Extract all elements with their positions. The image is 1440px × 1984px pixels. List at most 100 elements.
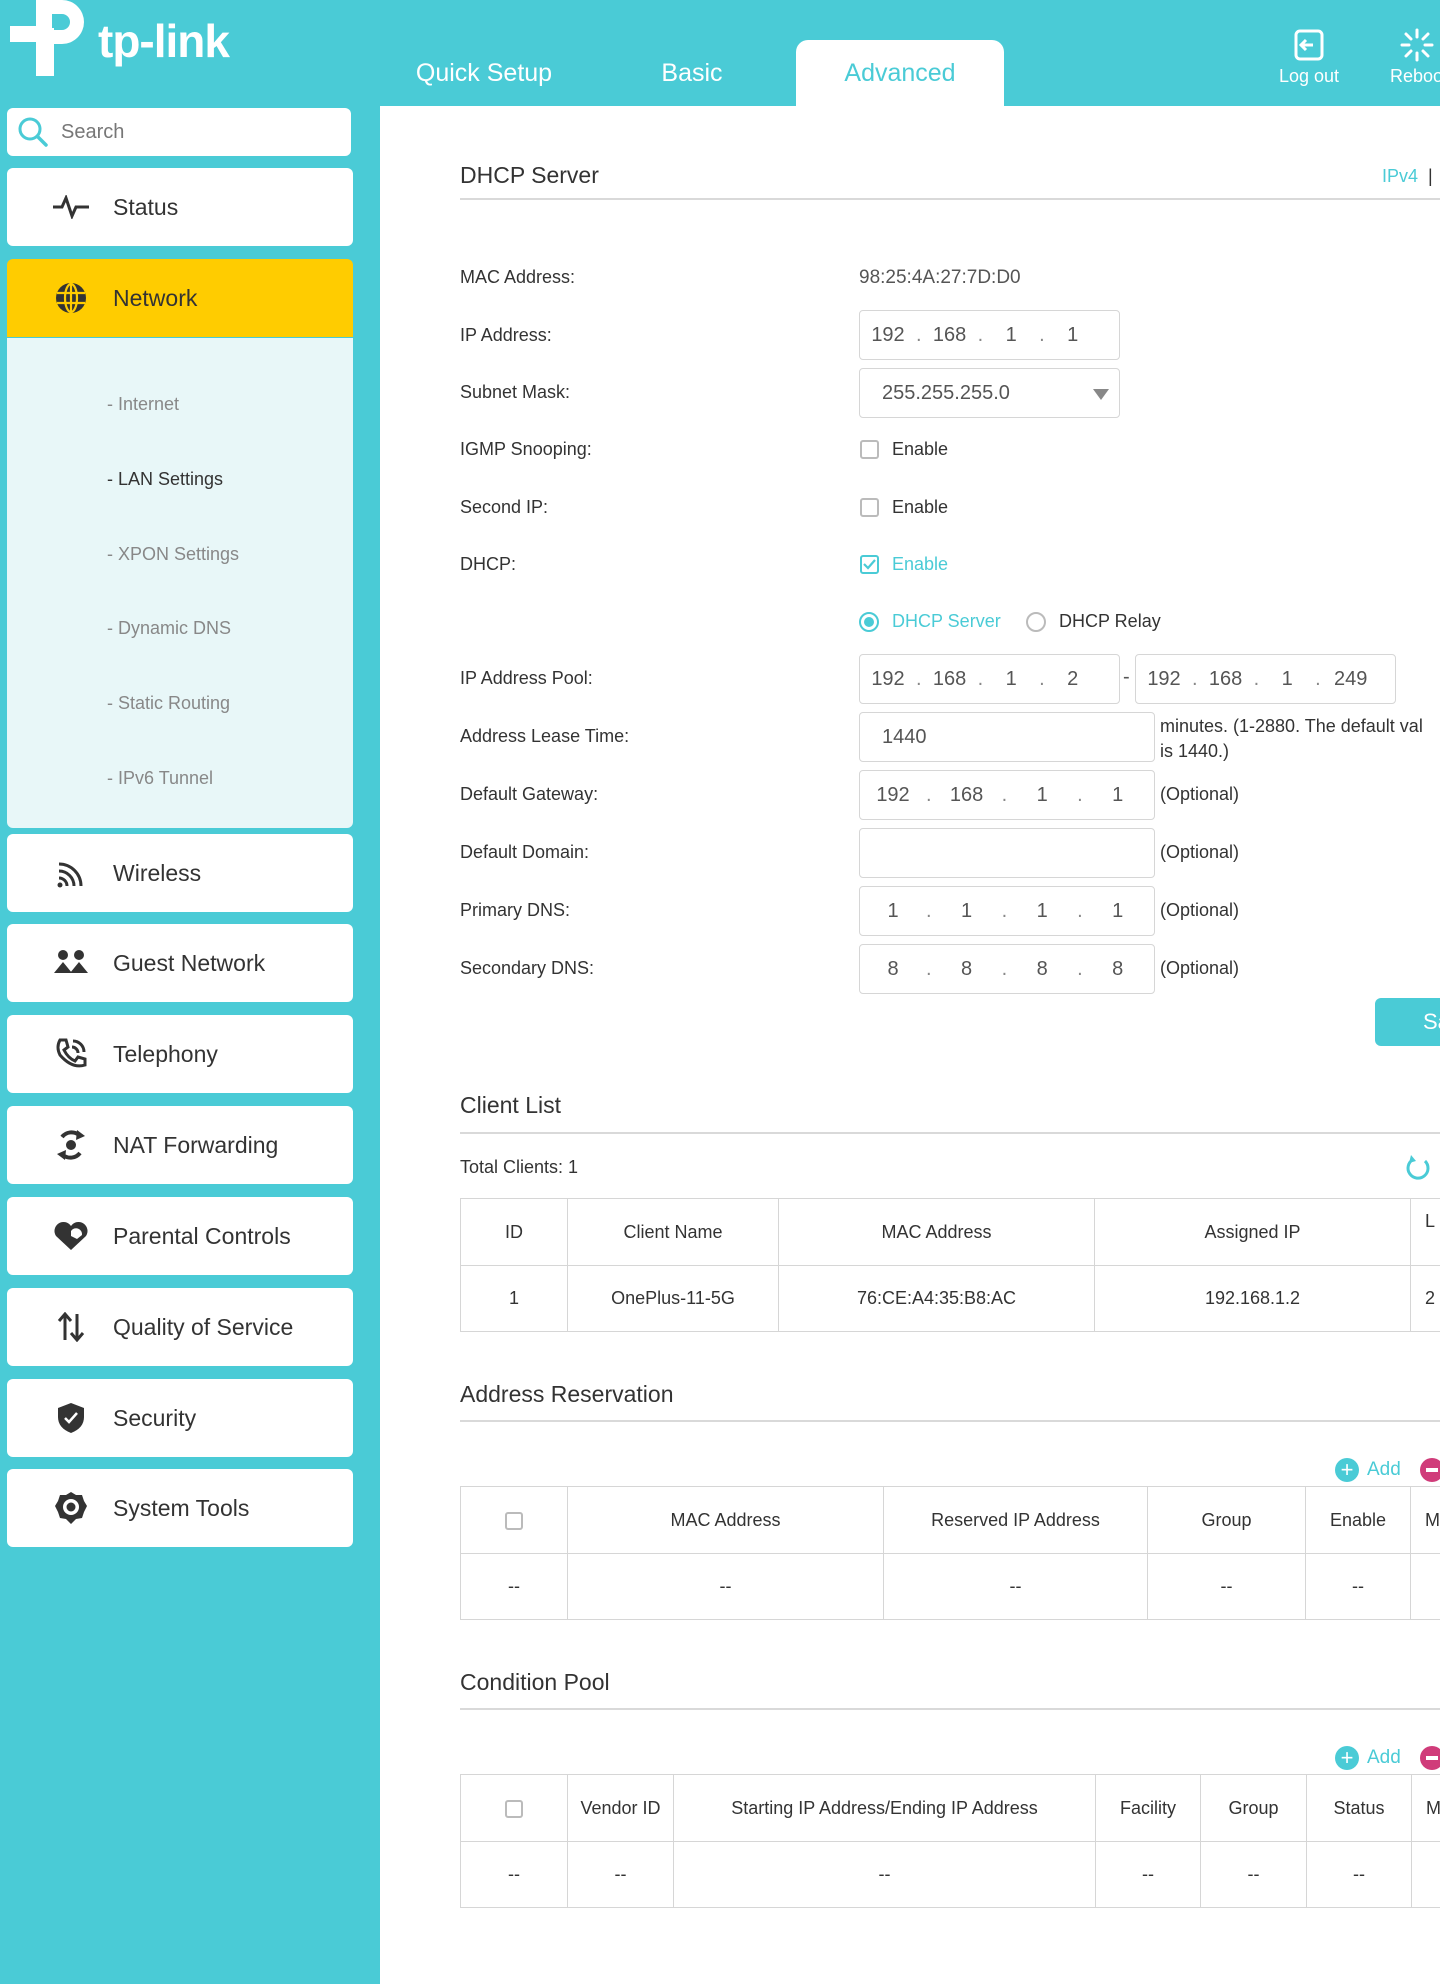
default-domain-label: Default Domain: xyxy=(460,842,590,862)
ip-octet[interactable]: 1 xyxy=(1083,900,1153,923)
ip-octet[interactable]: 1 xyxy=(983,668,1039,691)
sidebar-item-parental-controls[interactable]: Parental Controls xyxy=(7,1197,353,1275)
column-header: MAC Address xyxy=(778,1198,1095,1266)
secondary-dns-input[interactable]: 8. 8. 8. 8 xyxy=(859,944,1155,994)
subnet-mask-select[interactable]: 255.255.255.0 xyxy=(859,368,1120,418)
search-icon xyxy=(18,117,48,147)
ip-octet[interactable]: 8 xyxy=(1007,958,1077,981)
subnav-xpon-settings[interactable]: - XPON Settings xyxy=(107,544,239,565)
ip-octet[interactable]: 168 xyxy=(922,668,978,691)
ip-octet[interactable]: 2 xyxy=(1045,668,1101,691)
radio-circle[interactable] xyxy=(859,611,879,632)
column-header: Vendor ID xyxy=(567,1774,674,1842)
dhcp-enable-checkbox[interactable]: Enable xyxy=(860,554,948,575)
radio-dhcp-relay[interactable]: DHCP Relay xyxy=(1026,611,1161,632)
checkbox-box[interactable] xyxy=(860,440,879,459)
primary-dns-label: Primary DNS: xyxy=(460,900,571,920)
dhcp-label: DHCP: xyxy=(460,554,517,574)
second-ip-checkbox[interactable]: Enable xyxy=(860,497,948,518)
save-button[interactable]: Sa xyxy=(1375,998,1440,1046)
subnav-internet[interactable]: - Internet xyxy=(107,394,179,415)
subnav-static-routing[interactable]: - Static Routing xyxy=(107,693,230,714)
ip-octet[interactable]: 1 xyxy=(860,900,926,923)
ip-octet[interactable]: 168 xyxy=(932,784,1002,807)
logout-button[interactable]: Log out xyxy=(1264,28,1354,87)
select-all-checkbox[interactable] xyxy=(505,1799,523,1818)
igmp-snooping-label: IGMP Snooping: xyxy=(460,439,592,459)
reservation-add-button[interactable]: + Add xyxy=(1335,1458,1401,1482)
ip-version-separator: | xyxy=(1428,166,1433,186)
ip-version-switch: IPv4 | xyxy=(1382,166,1433,187)
reboot-button[interactable]: Reboo xyxy=(1372,28,1440,87)
sidebar-item-guest-network[interactable]: Guest Network xyxy=(7,924,353,1002)
ip-octet[interactable]: 192 xyxy=(860,668,916,691)
sidebar-item-label: Parental Controls xyxy=(113,1222,291,1249)
ip-octet[interactable]: 1 xyxy=(983,324,1039,347)
subnav-ipv6-tunnel[interactable]: - IPv6 Tunnel xyxy=(107,768,213,789)
ip-octet[interactable]: 1 xyxy=(1007,784,1077,807)
ip-octet[interactable]: 192 xyxy=(860,324,916,347)
radio-label: DHCP Server xyxy=(892,611,1001,631)
client-list-table: ID Client Name MAC Address Assigned IP L… xyxy=(460,1198,1440,1332)
ip-octet[interactable]: 1 xyxy=(1083,784,1153,807)
client-id: 1 xyxy=(460,1265,568,1332)
ip-octet[interactable]: 8 xyxy=(1083,958,1153,981)
lease-time-hint: minutes. (1-2880. The default val is 144… xyxy=(1160,714,1423,764)
section-divider xyxy=(460,1132,1440,1134)
column-header: Status xyxy=(1306,1774,1412,1842)
ip-octet[interactable]: 1 xyxy=(1259,668,1315,691)
sidebar-item-security[interactable]: Security xyxy=(7,1379,353,1457)
sidebar-item-label: Network xyxy=(113,284,198,311)
ip-pool-end-input[interactable]: 192. 168. 1. 249 xyxy=(1135,654,1396,704)
lease-time-input[interactable]: 1440 xyxy=(859,712,1155,762)
ip-octet[interactable]: 1 xyxy=(1007,900,1077,923)
sidebar-item-wireless[interactable]: Wireless xyxy=(7,834,353,912)
column-header: Group xyxy=(1147,1486,1306,1554)
ip-octet[interactable]: 8 xyxy=(932,958,1002,981)
subnav-dynamic-dns[interactable]: - Dynamic DNS xyxy=(107,618,231,639)
ip-address-input[interactable]: 192. 168. 1. 1 xyxy=(859,310,1120,360)
tab-quick-setup[interactable]: Quick Setup xyxy=(380,40,588,106)
reservation-delete-icon[interactable] xyxy=(1420,1458,1440,1482)
default-domain-input[interactable] xyxy=(859,828,1155,878)
tab-basic[interactable]: Basic xyxy=(588,40,796,106)
sidebar-item-nat-forwarding[interactable]: NAT Forwarding xyxy=(7,1106,353,1184)
primary-dns-input[interactable]: 1. 1. 1. 1 xyxy=(859,886,1155,936)
sidebar-item-network[interactable]: Network xyxy=(7,259,353,337)
subnav-lan-settings[interactable]: - LAN Settings xyxy=(107,469,223,490)
ip-pool-label: IP Address Pool: xyxy=(460,668,593,688)
sidebar-item-label: Quality of Service xyxy=(113,1313,294,1340)
ip-octet[interactable]: 192 xyxy=(860,784,926,807)
sidebar-item-label: Telephony xyxy=(113,1040,218,1067)
ip-octet[interactable]: 192 xyxy=(1136,668,1192,691)
checkbox-box[interactable] xyxy=(860,498,879,517)
checkbox-box[interactable] xyxy=(860,555,879,574)
ip-octet[interactable]: 1 xyxy=(1045,324,1101,347)
sidebar-item-system-tools[interactable]: System Tools xyxy=(7,1469,353,1547)
sidebar-item-status[interactable]: Status xyxy=(7,168,353,246)
ip-octet[interactable]: 1 xyxy=(932,900,1002,923)
search-input[interactable] xyxy=(59,119,329,145)
section-title-client-list: Client List xyxy=(460,1092,561,1118)
ip-pool-start-input[interactable]: 192. 168. 1. 2 xyxy=(859,654,1120,704)
column-header: Client Name xyxy=(567,1198,779,1266)
condition-delete-icon[interactable] xyxy=(1420,1746,1440,1770)
condition-add-button[interactable]: + Add xyxy=(1335,1746,1401,1770)
ip-octet[interactable]: 249 xyxy=(1321,668,1381,691)
ipv4-link[interactable]: IPv4 xyxy=(1382,166,1418,186)
refresh-icon[interactable] xyxy=(1405,1155,1431,1181)
sidebar-item-quality-of-service[interactable]: Quality of Service xyxy=(7,1288,353,1366)
default-gateway-input[interactable]: 192. 168. 1. 1 xyxy=(859,770,1155,820)
tab-advanced[interactable]: Advanced xyxy=(796,40,1004,106)
radio-dhcp-server[interactable]: DHCP Server xyxy=(859,611,1001,632)
ip-octet[interactable]: 168 xyxy=(922,324,978,347)
radio-circle[interactable] xyxy=(1026,611,1046,632)
column-header: M xyxy=(1411,1774,1440,1842)
select-all-checkbox[interactable] xyxy=(505,1511,523,1530)
empty-cell: -- xyxy=(883,1553,1148,1620)
column-header: M xyxy=(1410,1486,1440,1554)
sidebar-item-telephony[interactable]: Telephony xyxy=(7,1015,353,1093)
ip-octet[interactable]: 168 xyxy=(1198,668,1254,691)
ip-octet[interactable]: 8 xyxy=(860,958,926,981)
igmp-snooping-checkbox[interactable]: Enable xyxy=(860,439,948,460)
